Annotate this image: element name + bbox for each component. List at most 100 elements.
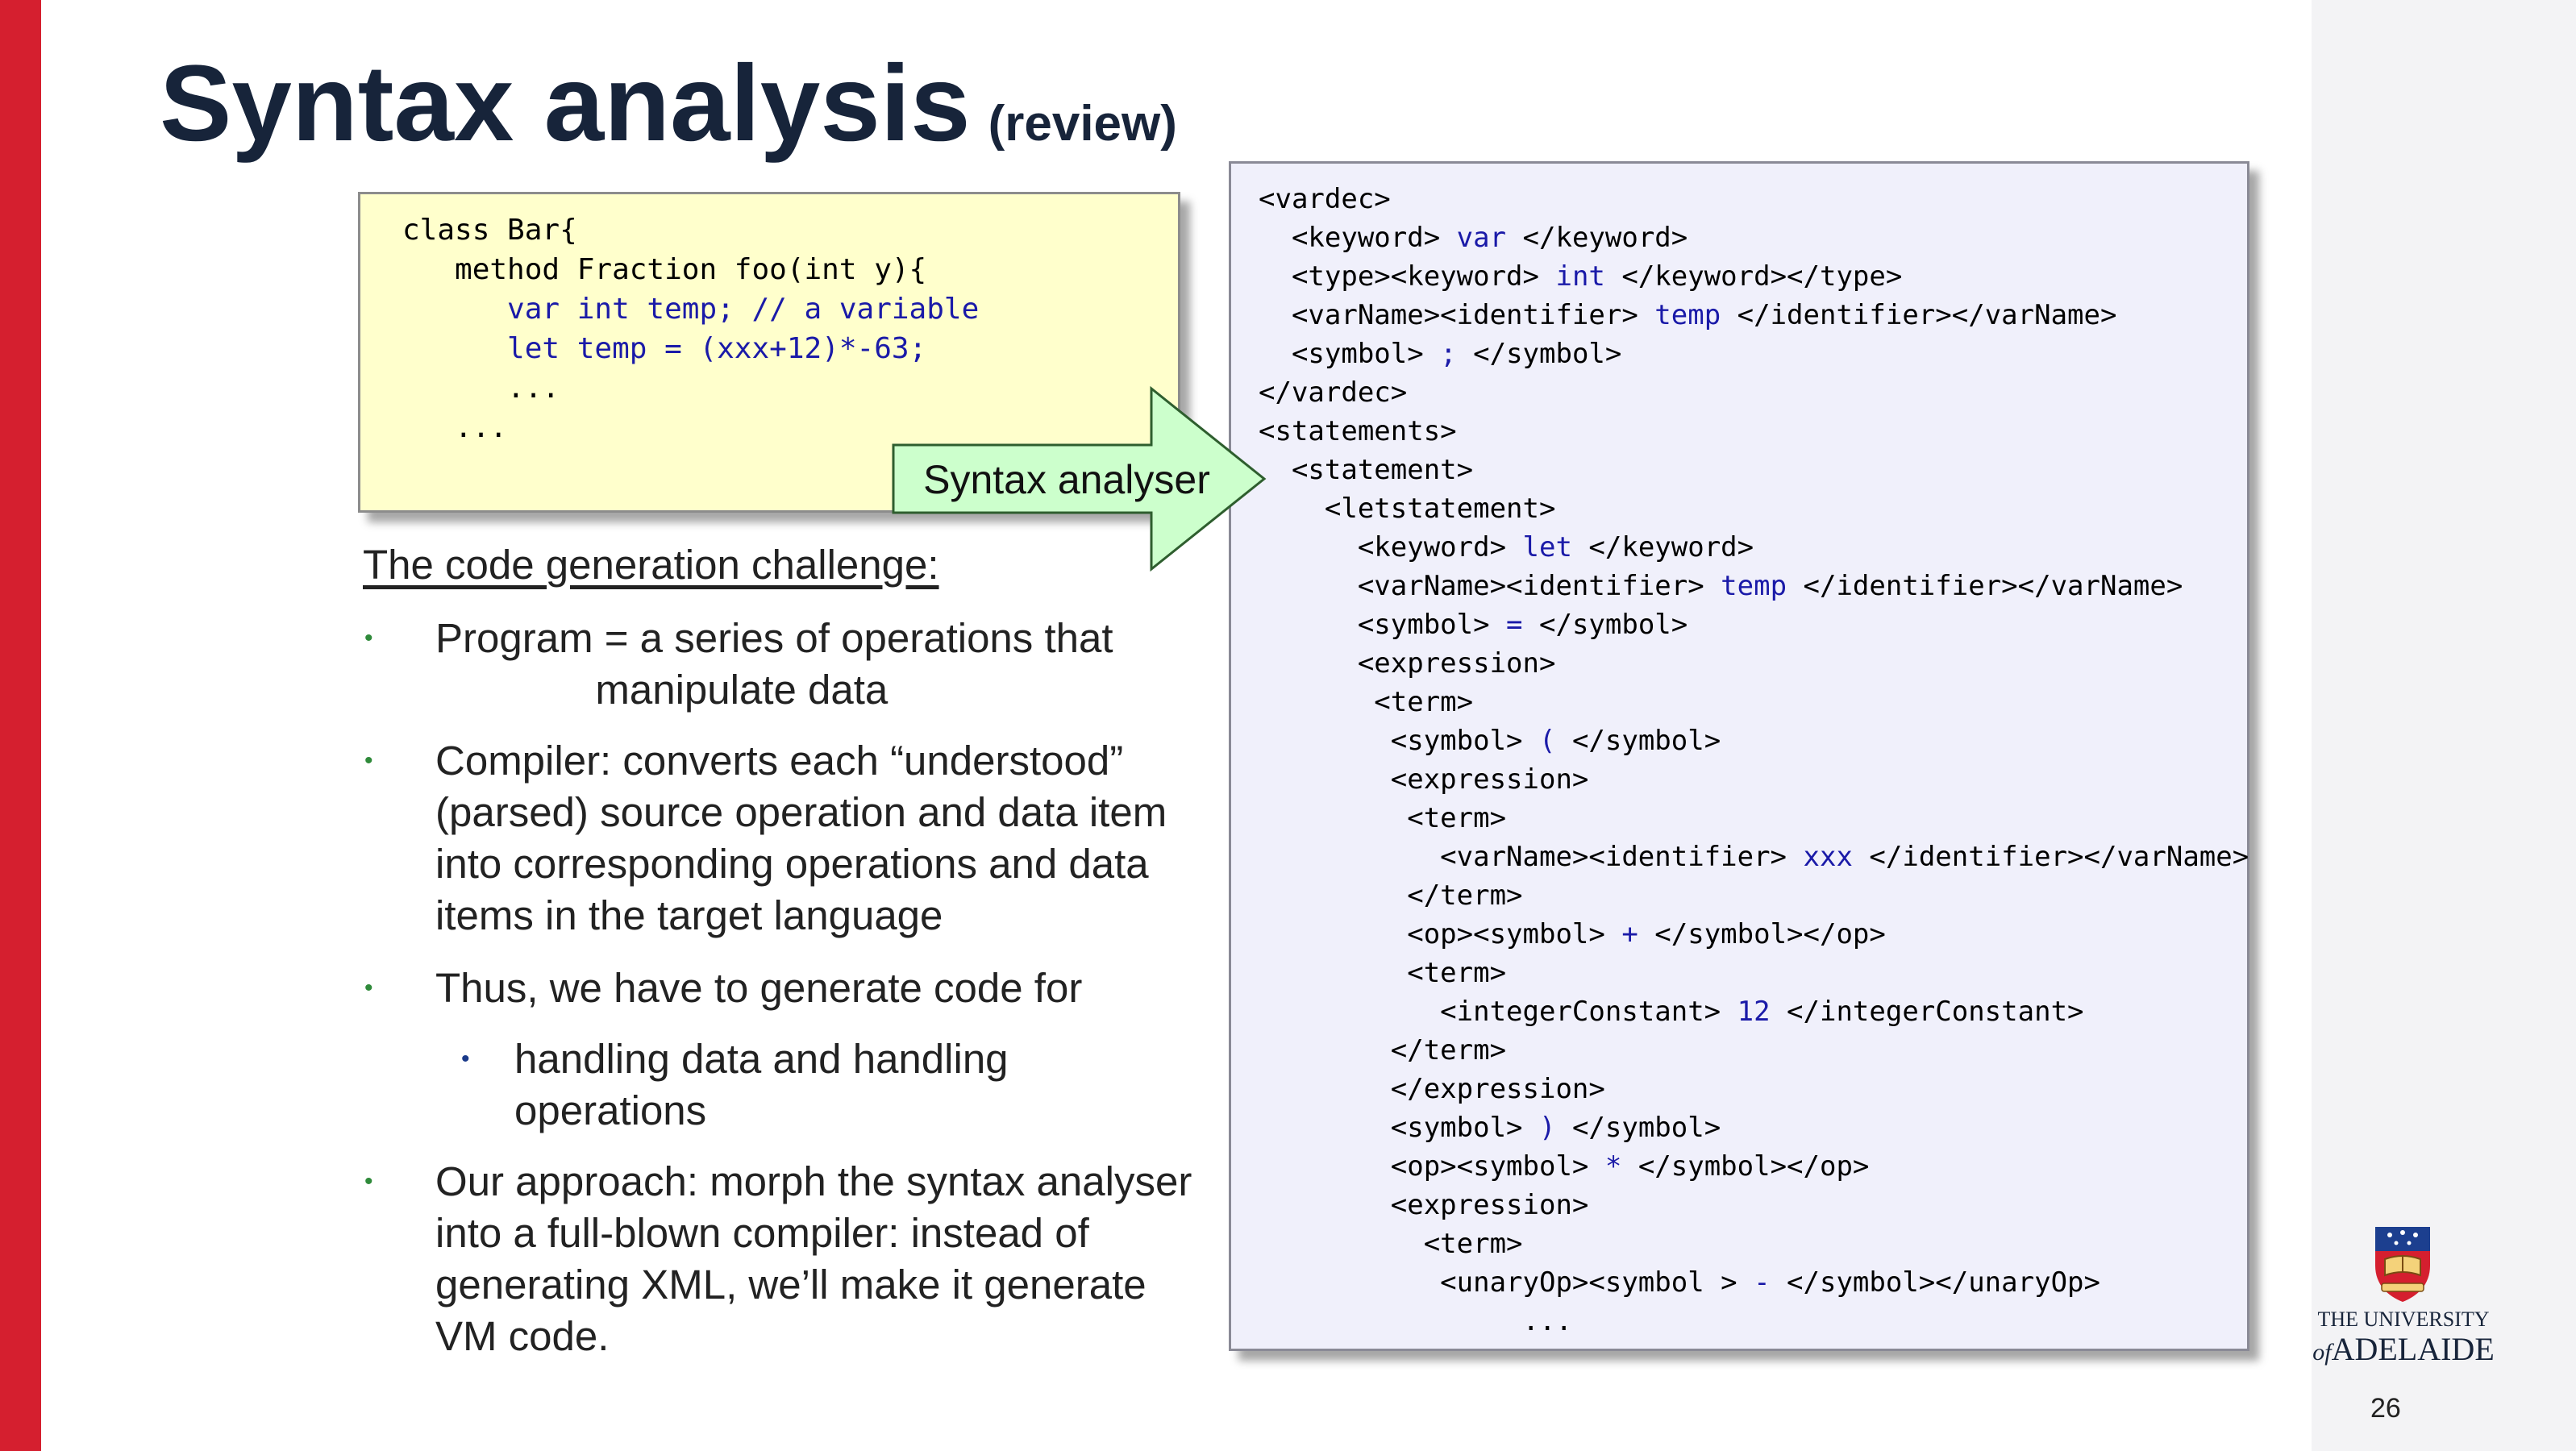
xml-line: <term> (1259, 954, 2249, 992)
xml-pre: <vardec> (1259, 183, 1391, 215)
page-number: 26 (2370, 1393, 2401, 1424)
accent-bar (0, 0, 41, 1451)
xml-post: </symbol></op> (1621, 1150, 1870, 1183)
logo-line2: ofADELAIDE (2311, 1330, 2496, 1368)
xml-pre: </term> (1259, 879, 1523, 912)
xml-val: 12 (1737, 996, 1771, 1028)
xml-pre: <expression> (1259, 763, 1589, 796)
xml-post: </identifier></varName> (1852, 841, 2249, 873)
title-note: (review) (988, 96, 1177, 152)
arrow-label: Syntax analyser (923, 457, 1210, 502)
xml-line: <varName><identifier> temp </identifier>… (1259, 567, 2249, 605)
xml-pre: <expression> (1259, 1189, 1589, 1221)
xml-val: int (1555, 260, 1605, 293)
xml-line: <statement> (1259, 451, 2249, 489)
xml-pre: <term> (1259, 1228, 1523, 1260)
xml-val: ) (1539, 1112, 1556, 1144)
crest-icon (2375, 1227, 2430, 1302)
xml-val: ( (1539, 725, 1556, 757)
xml-val: * (1604, 1150, 1622, 1183)
logo-adelaide: ADELAIDE (2331, 1331, 2495, 1367)
xml-val: - (1754, 1266, 1771, 1299)
xml-post: </symbol> (1555, 725, 1721, 757)
xml-pre: <unaryOp><symbol > (1259, 1266, 1754, 1299)
challenge-heading: The code generation challenge: (363, 542, 939, 588)
xml-pre: <statement> (1259, 454, 1474, 486)
bullet-generate: Thus, we have to generate code for (435, 965, 1083, 1011)
xml-line: <term> (1259, 1224, 2249, 1263)
xml-post: </identifier></varName> (1721, 299, 2117, 331)
code-line: class Bar{ (402, 214, 577, 247)
sub-bullet-handling: handling data and handling operations (514, 1036, 1009, 1133)
xml-val: var (1456, 222, 1507, 254)
xml-line: <expression> (1259, 1186, 2249, 1224)
xml-pre: <term> (1259, 802, 1507, 834)
logo-line1: THE UNIVERSITY (2317, 1308, 2490, 1331)
xml-pre: <varName><identifier> (1259, 299, 1655, 331)
xml-pre: <varName><identifier> (1259, 570, 1721, 602)
xml-post: </integerConstant> (1770, 996, 2084, 1028)
xml-line: <symbol> ; </symbol> (1259, 335, 2249, 373)
xml-line: </term> (1259, 1031, 2249, 1070)
xml-line: <integerConstant> 12 </integerConstant> (1259, 992, 2249, 1031)
xml-line: <op><symbol> * </symbol></op> (1259, 1147, 2249, 1186)
xml-pre: <term> (1259, 686, 1474, 718)
xml-line: <statements> (1259, 412, 2249, 451)
xml-pre: <symbol> (1259, 725, 1539, 757)
xml-post: </symbol> (1522, 609, 1688, 641)
xml-line: <expression> (1259, 760, 2249, 799)
xml-post: </symbol> (1456, 338, 1622, 370)
page-title: Syntax analysis (review) (160, 35, 1177, 173)
xml-val: xxx (1803, 841, 1853, 873)
xml-post: </identifier></varName> (1787, 570, 2183, 602)
code-line: var int temp; // a variable (402, 293, 980, 326)
xml-line: </expression> (1259, 1070, 2249, 1108)
xml-line: <keyword> var </keyword> (1259, 218, 2249, 257)
xml-val: let (1522, 531, 1572, 563)
xml-line: <letstatement> (1259, 489, 2249, 528)
xml-line: <symbol> ( </symbol> (1259, 721, 2249, 760)
bullet-program: Program = a series of operations that ma… (435, 615, 1113, 713)
xml-line: <term> (1259, 799, 2249, 838)
xml-pre: </term> (1259, 1034, 1507, 1066)
xml-line: </vardec> (1259, 373, 2249, 412)
xml-pre: <keyword> (1259, 222, 1457, 254)
xml-pre: <expression> (1259, 647, 1556, 680)
xml-pre: ... (1259, 1305, 1572, 1337)
xml-val: ; (1440, 338, 1457, 370)
xml-post: </keyword> (1571, 531, 1754, 563)
xml-pre: <type><keyword> (1259, 260, 1556, 293)
xml-pre: <term> (1259, 957, 1507, 989)
sub-bullet-marker: • (461, 1046, 470, 1072)
xml-pre: <op><symbol> (1259, 918, 1622, 950)
xml-line: <unaryOp><symbol > - </symbol></unaryOp> (1259, 1263, 2249, 1302)
bullet-marker: • (364, 1168, 373, 1195)
xml-pre: <integerConstant> (1259, 996, 1737, 1028)
bullet-marker: • (364, 747, 373, 774)
xml-post: </symbol></op> (1638, 918, 1886, 950)
bullet-approach: Our approach: morph the syntax analyser … (435, 1158, 1192, 1359)
title-text: Syntax analysis (160, 44, 971, 164)
xml-pre: <statements> (1259, 415, 1457, 447)
xml-post: </symbol> (1555, 1112, 1721, 1144)
xml-post: </keyword></type> (1604, 260, 1903, 293)
xml-line: <keyword> let </keyword> (1259, 528, 2249, 567)
xml-line: <varName><identifier> xxx </identifier><… (1259, 838, 2249, 876)
xml-val: temp (1721, 570, 1787, 602)
xml-pre: <op><symbol> (1259, 1150, 1605, 1183)
xml-line: <symbol> = </symbol> (1259, 605, 2249, 644)
xml-line: <vardec> (1259, 180, 2249, 218)
bullet-compiler: Compiler: converts each “understood” (pa… (435, 738, 1167, 938)
xml-pre: <varName><identifier> (1259, 841, 1804, 873)
xml-line: <type><keyword> int </keyword></type> (1259, 257, 2249, 296)
code-line: method Fraction foo(int y){ (402, 253, 927, 286)
xml-line: </term> (1259, 876, 2249, 915)
xml-pre: <letstatement> (1259, 493, 1556, 525)
xml-post: </keyword> (1506, 222, 1688, 254)
xml-pre: <symbol> (1259, 338, 1441, 370)
xml-line: <op><symbol> + </symbol></op> (1259, 915, 2249, 954)
bullet-marker: • (364, 625, 373, 651)
xml-pre: </vardec> (1259, 376, 1408, 409)
code-line: let temp = (xxx+12)*-63; (402, 332, 927, 365)
logo-of: of (2312, 1339, 2332, 1366)
